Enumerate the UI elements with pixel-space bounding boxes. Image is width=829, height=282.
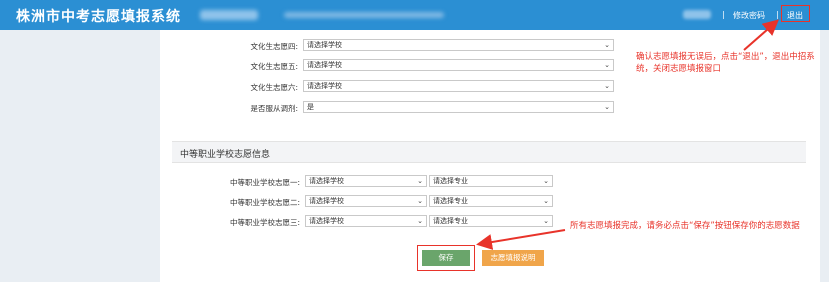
save-annotation: 所有志愿填报完成，请务必点击“保存”按钮保存你的志愿数据 [570, 221, 800, 231]
arrow-to-logout [743, 19, 780, 51]
annotation-arrows [476, 19, 780, 250]
arrow-to-save [476, 229, 566, 250]
logout-annotation: 确认志愿填报无误后，点击“退出”，退出中招系统，关闭志愿填报窗口 [636, 52, 815, 74]
